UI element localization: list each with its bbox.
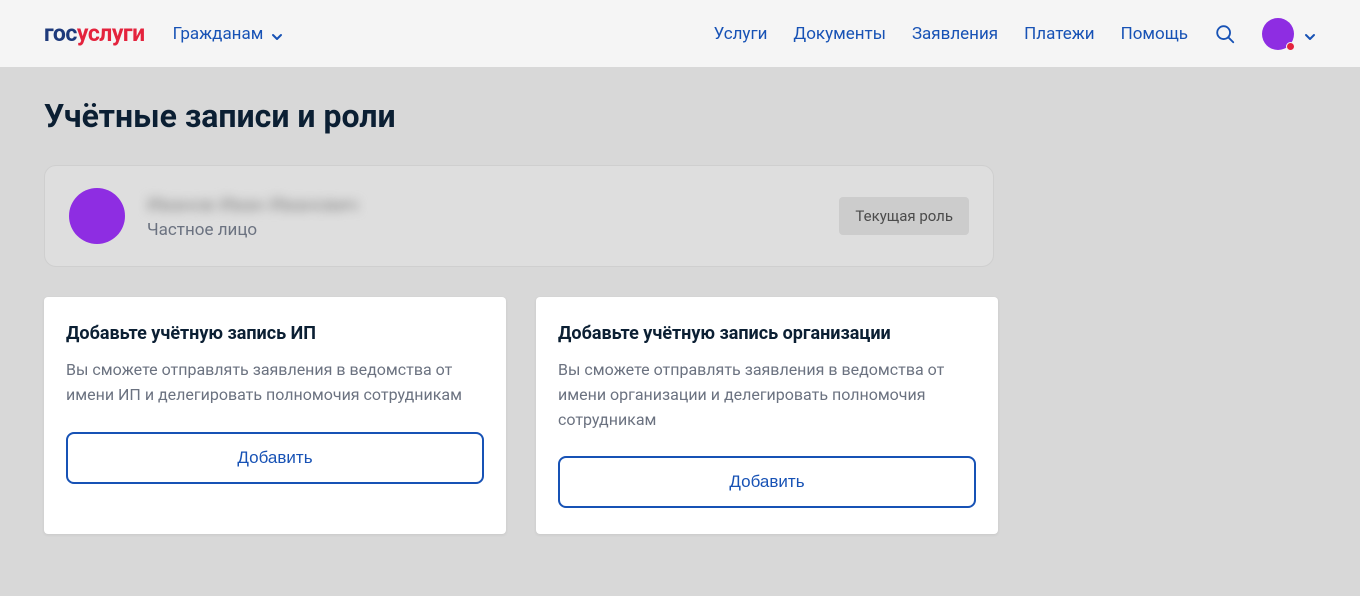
avatar xyxy=(69,188,125,244)
add-org-button[interactable]: Добавить xyxy=(558,456,976,508)
page-title: Учётные записи и роли xyxy=(44,97,1316,135)
audience-label: Гражданам xyxy=(173,24,264,44)
nav-help[interactable]: Помощь xyxy=(1121,24,1188,44)
user-name: Иванов Иван Иванович xyxy=(147,193,839,216)
user-menu[interactable] xyxy=(1262,18,1316,50)
header: госуслуги Гражданам Услуги Документы Зая… xyxy=(0,0,1360,67)
add-ip-card: Добавьте учётную запись ИП Вы сможете от… xyxy=(44,297,506,534)
add-ip-title: Добавьте учётную запись ИП xyxy=(66,323,484,344)
nav-services[interactable]: Услуги xyxy=(714,24,768,44)
card-info: Иванов Иван Иванович Частное лицо xyxy=(147,193,839,240)
user-type: Частное лицо xyxy=(147,220,839,240)
logo-part2: услуги xyxy=(77,20,145,47)
current-role-badge: Текущая роль xyxy=(839,197,969,235)
avatar xyxy=(1262,18,1294,50)
cards-row: Добавьте учётную запись ИП Вы сможете от… xyxy=(44,297,1316,534)
add-org-card: Добавьте учётную запись организации Вы с… xyxy=(536,297,998,534)
header-right: Услуги Документы Заявления Платежи Помощ… xyxy=(714,18,1316,50)
chevron-down-icon xyxy=(271,28,283,40)
nav-payments[interactable]: Платежи xyxy=(1024,24,1094,44)
add-org-desc: Вы сможете отправлять заявления в ведомс… xyxy=(558,358,976,432)
add-org-title: Добавьте учётную запись организации xyxy=(558,323,976,344)
header-left: госуслуги Гражданам xyxy=(44,20,283,47)
add-ip-button[interactable]: Добавить xyxy=(66,432,484,484)
audience-selector[interactable]: Гражданам xyxy=(173,24,284,44)
notification-badge xyxy=(1286,42,1295,51)
search-icon[interactable] xyxy=(1214,23,1236,45)
nav-documents[interactable]: Документы xyxy=(793,24,886,44)
logo-part1: гос xyxy=(44,20,77,47)
add-ip-desc: Вы сможете отправлять заявления в ведомс… xyxy=(66,358,484,408)
chevron-down-icon xyxy=(1304,28,1316,40)
logo[interactable]: госуслуги xyxy=(44,20,145,47)
main: Учётные записи и роли Иванов Иван Иванов… xyxy=(0,67,1360,564)
nav-applications[interactable]: Заявления xyxy=(912,24,998,44)
current-role-card: Иванов Иван Иванович Частное лицо Текуща… xyxy=(44,165,994,267)
